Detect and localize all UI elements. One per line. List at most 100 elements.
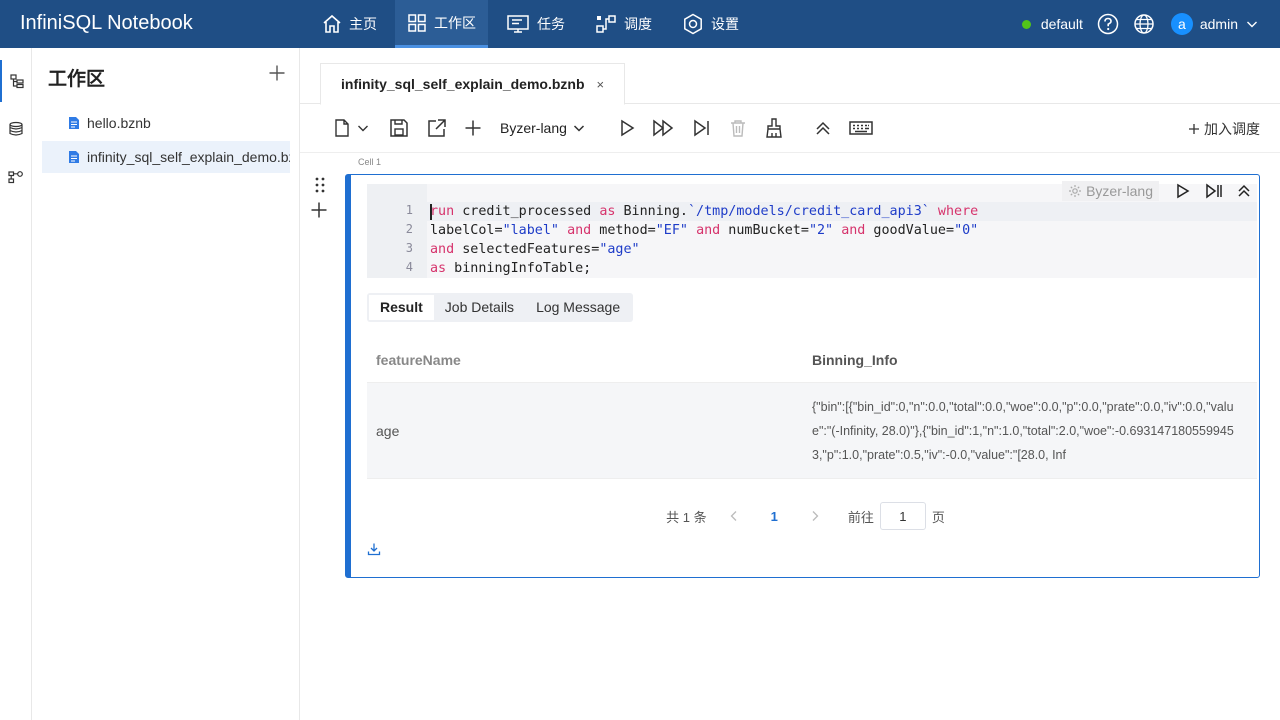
- keyboard-icon: [849, 121, 873, 135]
- broom-icon: [766, 118, 782, 138]
- files-tree-icon[interactable]: [0, 60, 32, 102]
- workspace-sidebar: 工作区 hello.bznb infinity_sql_self_explain…: [32, 48, 300, 720]
- export-button[interactable]: [427, 117, 447, 139]
- app-title: InfiniSQL Notebook: [20, 12, 193, 34]
- database-icon[interactable]: [0, 108, 32, 150]
- user-name[interactable]: admin: [1200, 16, 1238, 32]
- add-file-icon[interactable]: [268, 64, 286, 87]
- workspace-icon: [408, 13, 426, 32]
- file-name: hello.bznb: [87, 115, 151, 131]
- nav-workspace-label: 工作区: [434, 14, 476, 31]
- collapse-cell-icon[interactable]: [1237, 184, 1251, 198]
- collapse-all-button[interactable]: [815, 117, 831, 139]
- nav-home[interactable]: 主页: [310, 0, 389, 48]
- new-file-icon: [335, 119, 349, 137]
- result-tabs: Result Job Details Log Message: [367, 293, 634, 322]
- settings-icon: [684, 13, 702, 35]
- file-name: infinity_sql_self_explain_demo.bznb: [87, 149, 290, 165]
- goto-page-input[interactable]: 1: [879, 502, 926, 530]
- pagination-total: 共 1 条: [666, 509, 707, 525]
- home-icon: [323, 14, 341, 33]
- line-number: 4: [405, 260, 413, 274]
- notebook-toolbar: Byzer-lang 加入调度: [300, 105, 1280, 153]
- document-icon: [69, 151, 79, 163]
- add-cell-button[interactable]: [464, 117, 482, 139]
- language-select[interactable]: Byzer-lang: [500, 117, 585, 139]
- run-below-icon[interactable]: [1205, 183, 1223, 199]
- next-page-icon[interactable]: [810, 510, 820, 522]
- nav-settings-label: 设置: [711, 16, 739, 32]
- delete-button[interactable]: [729, 117, 747, 139]
- tab-log-message[interactable]: Log Message: [525, 295, 631, 320]
- insert-cell-icon[interactable]: [310, 201, 328, 224]
- nav-tasks[interactable]: 任务: [494, 0, 577, 48]
- cell-tools: Byzer-lang: [1062, 181, 1251, 201]
- code-line-2: labelCol="label" and method="EF" and num…: [430, 223, 979, 238]
- run-all-button[interactable]: [652, 117, 674, 139]
- play-icon: [621, 119, 635, 137]
- new-file-button[interactable]: [333, 117, 369, 139]
- schedule-icon: [596, 15, 616, 33]
- notebook-cell: 1 2 3 4 run credit_processed as Binning.…: [345, 174, 1260, 578]
- line-number: 2: [405, 222, 413, 236]
- line-gutter: 1 2 3 4: [367, 184, 427, 278]
- nav-workspace[interactable]: 工作区: [395, 0, 488, 48]
- column-header: featureName: [376, 351, 461, 368]
- help-icon[interactable]: [1097, 13, 1119, 35]
- file-tab-title: infinity_sql_self_explain_demo.bznb: [341, 76, 585, 92]
- plus-icon: [465, 120, 481, 136]
- nav-schedule[interactable]: 调度: [583, 0, 664, 48]
- schema-icon[interactable]: [0, 156, 32, 198]
- cell-language[interactable]: Byzer-lang: [1062, 181, 1159, 201]
- language-select-value: Byzer-lang: [500, 120, 567, 136]
- trash-icon: [731, 120, 745, 137]
- drag-handle-icon[interactable]: [313, 176, 327, 199]
- pagination: 共 1 条 1 前往 1 页: [351, 502, 1260, 530]
- nav-home-label: 主页: [349, 16, 377, 32]
- save-button[interactable]: [389, 117, 409, 139]
- code-line-1: run credit_processed as Binning.`/tmp/mo…: [430, 204, 979, 219]
- tab-job-details[interactable]: Job Details: [434, 295, 525, 320]
- export-icon: [428, 119, 446, 137]
- file-item-hello[interactable]: hello.bznb: [42, 107, 290, 139]
- cell-label: Cell 1: [358, 157, 382, 167]
- download-icon[interactable]: [367, 542, 381, 561]
- chevron-down-icon: [573, 125, 584, 132]
- skip-forward-icon: [694, 119, 709, 137]
- table-cell: age: [376, 422, 400, 439]
- close-icon[interactable]: ×: [597, 77, 605, 92]
- cell-language-label: Byzer-lang: [1086, 183, 1153, 199]
- file-tab[interactable]: infinity_sql_self_explain_demo.bznb ×: [320, 63, 625, 105]
- globe-icon[interactable]: [1133, 13, 1155, 35]
- env-name[interactable]: default: [1041, 16, 1083, 32]
- tab-result[interactable]: Result: [369, 295, 434, 320]
- plus-icon: [1189, 124, 1199, 134]
- nav-tasks-label: 任务: [537, 16, 565, 32]
- fast-forward-icon: [653, 119, 674, 137]
- monitor-icon: [507, 15, 529, 33]
- nav-settings[interactable]: 设置: [670, 0, 751, 48]
- nav-schedule-label: 调度: [624, 16, 652, 32]
- line-number: 3: [405, 241, 413, 255]
- keyboard-shortcuts-button[interactable]: [849, 117, 873, 139]
- table-header: featureName Binning_Info: [367, 337, 1257, 383]
- chevron-down-icon[interactable]: [1246, 18, 1258, 30]
- status-dot: [1021, 19, 1031, 29]
- avatar[interactable]: a: [1170, 13, 1193, 35]
- page-number[interactable]: 1: [771, 509, 778, 524]
- goto-label: 前往: [847, 509, 874, 525]
- page-suffix: 页: [931, 509, 945, 525]
- activity-bar: [0, 48, 32, 720]
- run-to-end-button[interactable]: [692, 117, 712, 139]
- file-item-demo[interactable]: infinity_sql_self_explain_demo.bznb: [42, 141, 290, 173]
- clear-output-button[interactable]: [765, 117, 783, 139]
- result-table: featureName Binning_Info age {"bin":[{"b…: [367, 337, 1257, 479]
- prev-page-icon[interactable]: [729, 510, 739, 522]
- code-line-4: as binningInfoTable;: [430, 261, 592, 276]
- add-schedule-button[interactable]: 加入调度: [1188, 119, 1260, 139]
- chevron-down-icon: [358, 125, 368, 132]
- sidebar-title: 工作区: [48, 69, 106, 90]
- add-schedule-label: 加入调度: [1204, 121, 1260, 137]
- run-button[interactable]: [618, 117, 636, 139]
- run-cell-icon[interactable]: [1175, 183, 1191, 199]
